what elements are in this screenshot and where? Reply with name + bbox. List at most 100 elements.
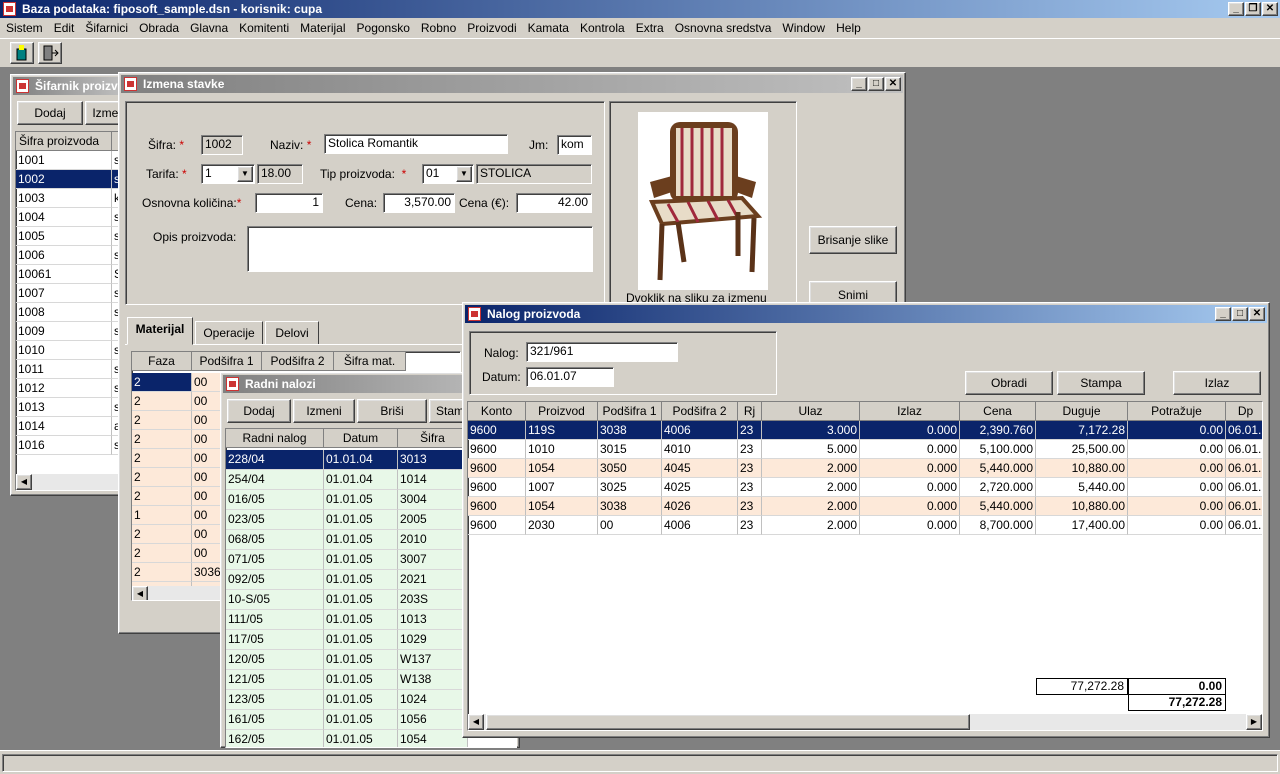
menu-item-šifarnici[interactable]: Šifarnici [85,21,128,35]
product-image[interactable] [638,112,768,290]
table-row[interactable]: 1002 s [16,170,125,189]
cena-eur-field[interactable]: 42.00 [516,193,592,213]
table-row[interactable]: 1014a [16,417,125,436]
menu-item-komitenti[interactable]: Komitenti [239,21,289,35]
col-pod-ifra-1[interactable]: Podšifra 1 [598,402,662,421]
table-row[interactable]: 121/05 01.01.05 W138 [226,670,468,690]
kolicina-field[interactable]: 1 [255,193,323,213]
col-pod-ifra-2[interactable]: Podšifra 2 [662,402,738,421]
col-rj[interactable]: Rj [738,402,762,421]
tip-select[interactable]: 01 ▼ [422,164,474,184]
scroll-left-icon[interactable]: ◀ [132,586,148,600]
col-cena[interactable]: Cena [960,402,1036,421]
col-ulaz[interactable]: Ulaz [762,402,860,421]
table-row[interactable]: 1016 s [16,436,125,455]
scroll-left-icon[interactable]: ◀ [16,474,32,490]
table-row[interactable]: 10061S [16,265,125,284]
stampa-button[interactable]: Stampa [1057,371,1145,395]
col-izlaz[interactable]: Izlaz [860,402,960,421]
table-row[interactable]: 120/05 01.01.05 W137 [226,650,468,670]
col-podsifra-1[interactable]: Podšifra 1 [192,352,262,371]
menu-item-materijal[interactable]: Materijal [300,21,345,35]
izmeni-button[interactable]: Izmeni [293,399,355,423]
table-row[interactable]: 1011 s [16,360,125,379]
menu-item-kamata[interactable]: Kamata [528,21,569,35]
menu-item-pogonsko[interactable]: Pogonsko [357,21,410,35]
table-row[interactable]: 016/05 01.01.05 3004 [226,490,468,510]
table-row[interactable]: 117/05 01.01.05 1029 [226,630,468,650]
table-row[interactable]: 111/05 01.01.05 1013 [226,610,468,630]
col-sifra-proizvoda[interactable]: Šifra proizvoda [16,132,112,151]
table-row[interactable]: 9600 1007 3025 4025 23 2.000 0.000 2,720.000 5,4… [468,478,1262,497]
table-row[interactable]: 9600 1010 3015 4010 23 5.000 0.000 5,100.000 25,… [468,440,1262,459]
col-sifra-mat[interactable]: Šifra mat. [334,352,406,371]
menu-item-glavna[interactable]: Glavna [190,21,228,35]
datum-field[interactable]: 06.01.07 [526,367,614,387]
obradi-button[interactable]: Obradi [965,371,1053,395]
scroll-right-icon[interactable]: ▶ [1246,714,1262,730]
col-duguje[interactable]: Duguje [1036,402,1128,421]
col-faza[interactable]: Faza [132,352,192,371]
menu-item-help[interactable]: Help [836,21,861,35]
table-row[interactable]: 9600 119S 3038 4006 23 3.000 0.000 2,390.760 7,1… [468,421,1262,440]
table-row[interactable]: 023/05 01.01.05 2005 [226,510,468,530]
table-row[interactable]: 228/04 01.01.04 3013 [226,450,468,470]
menu-item-osnovna-sredstva[interactable]: Osnovna sredstva [675,21,772,35]
col-radni-nalog[interactable]: Radni nalog [226,429,324,448]
dodaj-button[interactable]: Dodaj [17,101,83,125]
menu-item-obrada[interactable]: Obrada [139,21,179,35]
jm-field[interactable]: kom [557,135,592,155]
table-row[interactable]: 254/04 01.01.04 1014 [226,470,468,490]
table-row[interactable]: 1001 s [16,151,125,170]
sifra-field[interactable]: 1002 [201,135,243,155]
menu-item-proizvodi[interactable]: Proizvodi [467,21,516,35]
tarifa-select[interactable]: 1 ▼ [201,164,255,184]
cena-field[interactable]: 3,570.00 [383,193,455,213]
table-row[interactable]: 9600 2030 00 4006 23 2.000 0.000 8,700.000 17,40… [468,516,1262,535]
table-row[interactable]: 092/05 01.01.05 2021 [226,570,468,590]
col-konto[interactable]: Konto [468,402,526,421]
brisanje-slike-button[interactable]: Brisanje slike [809,226,897,254]
table-row[interactable]: 1009 s [16,322,125,341]
chevron-down-icon[interactable]: ▼ [237,166,253,182]
table-row[interactable]: 071/05 01.01.05 3007 [226,550,468,570]
table-row[interactable]: 9600 1054 3050 4045 23 2.000 0.000 5,440.000 10,… [468,459,1262,478]
scroll-left-icon[interactable]: ◀ [468,714,484,730]
minimize-button[interactable]: _ [851,77,867,91]
table-row[interactable]: 1003 k [16,189,125,208]
table-row[interactable]: 1012 s [16,379,125,398]
table-row[interactable]: 162/05 01.01.05 1054 [226,730,468,747]
table-row[interactable]: 1010 s [16,341,125,360]
chevron-down-icon[interactable]: ▼ [456,166,472,182]
table-row[interactable]: 1006 s [16,246,125,265]
menu-item-window[interactable]: Window [782,21,825,35]
maximize-button[interactable]: □ [868,77,884,91]
horizontal-scrollbar[interactable]: ◀ [16,474,125,490]
table-row[interactable]: 068/05 01.01.05 2010 [226,530,468,550]
menu-item-sistem[interactable]: Sistem [6,21,43,35]
col-proizvod[interactable]: Proizvod [526,402,598,421]
connect-db-button[interactable] [10,42,34,64]
nalog-field[interactable]: 321/961 [526,342,678,362]
close-button[interactable]: ✕ [885,77,901,91]
tab-materijal[interactable]: Materijal [127,317,193,345]
col-sifra[interactable]: Šifra [398,429,468,448]
close-button[interactable]: ✕ [1249,307,1265,321]
tab-delovi[interactable]: Delovi [265,321,319,345]
scroll-thumb[interactable] [486,714,970,730]
col-datum[interactable]: Datum [324,429,398,448]
table-row[interactable]: 10-S/05 01.01.05 203S [226,590,468,610]
table-row[interactable]: 161/05 01.01.05 1056 [226,710,468,730]
col-podsifra-2[interactable]: Podšifra 2 [262,352,334,371]
dodaj-button[interactable]: Dodaj [227,399,291,423]
col-potra-uje[interactable]: Potražuje [1128,402,1226,421]
restore-button[interactable]: ❐ [1245,2,1261,16]
table-row[interactable]: 1005 s [16,227,125,246]
menu-item-kontrola[interactable]: Kontrola [580,21,625,35]
table-row[interactable]: 1013 s [16,398,125,417]
horizontal-scrollbar[interactable]: ◀ ▶ [468,714,1262,730]
table-row[interactable]: 1004 s [16,208,125,227]
table-row[interactable]: 1008 s [16,303,125,322]
tab-operacije[interactable]: Operacije [195,321,263,345]
exit-button[interactable] [38,42,62,64]
